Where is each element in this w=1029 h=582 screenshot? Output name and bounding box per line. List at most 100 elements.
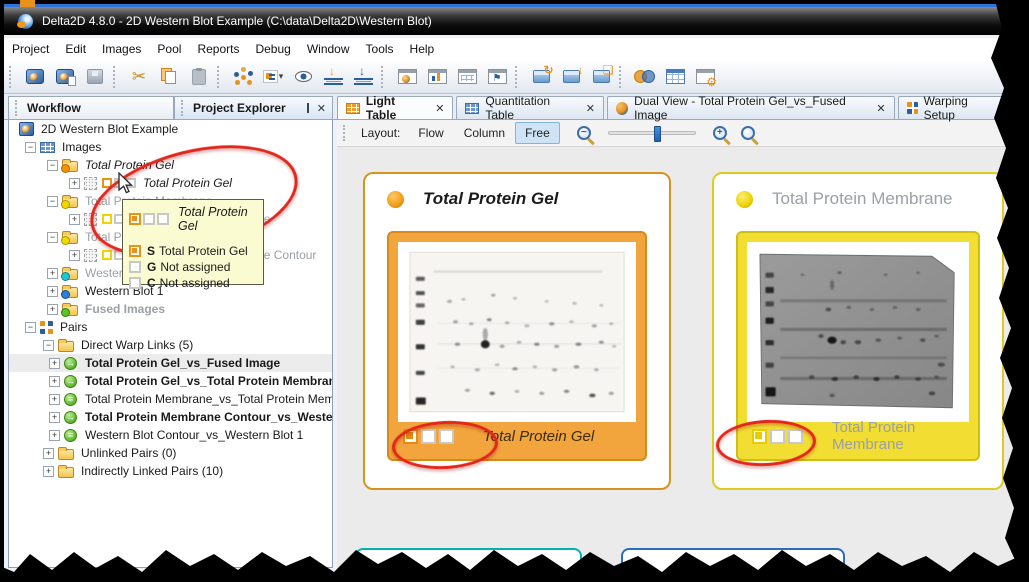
open-project-icon[interactable] bbox=[51, 63, 79, 90]
tree-item-label[interactable]: Western Blot Contour_vs_Western Blot 1 bbox=[85, 428, 303, 442]
expander-icon[interactable] bbox=[49, 358, 60, 369]
tooltip-row-text: Total Protein Gel bbox=[159, 244, 248, 258]
paste-icon[interactable] bbox=[185, 63, 213, 90]
expander-icon[interactable] bbox=[49, 430, 60, 441]
expander-icon[interactable] bbox=[69, 214, 80, 225]
sync-project-icon[interactable]: ↻ bbox=[527, 63, 555, 90]
report-window-icon[interactable]: ⚑ bbox=[483, 63, 511, 90]
dual-view-window-icon[interactable] bbox=[393, 63, 421, 90]
toolbar-grip[interactable] bbox=[381, 66, 389, 88]
gel-panel-title: W bbox=[405, 562, 419, 579]
zoom-in-icon[interactable]: + bbox=[713, 126, 727, 140]
menu-pool[interactable]: Pool bbox=[149, 38, 189, 60]
main-toolbar: ✂ ▾ ↓ ↓ ⚑ ↻ ↓ ❏ ⚙ bbox=[4, 60, 1020, 94]
tree-item-label[interactable]: Pairs bbox=[60, 320, 87, 334]
menu-window[interactable]: Window bbox=[299, 38, 358, 60]
tab-quantitation-table[interactable]: Quantitation Table ✕ bbox=[456, 96, 604, 120]
menu-tools[interactable]: Tools bbox=[358, 38, 402, 60]
toolbar-grip[interactable] bbox=[9, 66, 17, 88]
new-project-icon[interactable] bbox=[21, 63, 49, 90]
gel-panel-partial-blue[interactable] bbox=[621, 548, 845, 582]
close-panel-icon[interactable]: ✕ bbox=[317, 102, 326, 115]
tree-item-label[interactable]: Fused Images bbox=[85, 302, 165, 316]
close-tab-icon[interactable]: ✕ bbox=[435, 102, 444, 115]
zoom-out-icon[interactable]: − bbox=[577, 126, 591, 140]
gel-panel-partial-teal[interactable]: W bbox=[355, 548, 582, 582]
tree-item-label[interactable]: Total Protein Gel_vs_Fused Image bbox=[85, 356, 280, 370]
tree-item-label[interactable]: Unlinked Pairs (0) bbox=[81, 446, 176, 460]
light-table-icon bbox=[346, 103, 360, 114]
expander-icon[interactable] bbox=[25, 142, 36, 153]
toolbar-grip[interactable] bbox=[113, 66, 121, 88]
tab-light-table[interactable]: Light Table ✕ bbox=[337, 96, 453, 120]
collapse-panel-icon[interactable] bbox=[299, 103, 311, 113]
expander-icon[interactable] bbox=[69, 250, 80, 261]
expander-icon[interactable] bbox=[43, 466, 54, 477]
expander-icon[interactable] bbox=[43, 340, 54, 351]
layout-free-button[interactable]: Free bbox=[515, 122, 560, 144]
tree-item-label[interactable]: Direct Warp Links (5) bbox=[81, 338, 193, 352]
expander-icon[interactable] bbox=[43, 448, 54, 459]
close-tab-icon[interactable]: ✕ bbox=[876, 102, 885, 115]
expander-icon[interactable] bbox=[49, 376, 60, 387]
tree-item-label[interactable]: Total Protein Membrane_vs_Total Protein … bbox=[85, 392, 333, 406]
expander-icon[interactable] bbox=[69, 178, 80, 189]
expander-icon[interactable] bbox=[47, 232, 58, 243]
tree-row: Unlinked Pairs (0) bbox=[9, 444, 332, 462]
tree-item-label[interactable]: Images bbox=[62, 140, 101, 154]
tab-project-explorer[interactable]: Project Explorer ✕ bbox=[174, 96, 333, 120]
detect-spots-icon[interactable] bbox=[229, 63, 257, 90]
menu-edit[interactable]: Edit bbox=[57, 38, 94, 60]
warp-link-icon bbox=[64, 357, 77, 370]
toolbar-grip[interactable] bbox=[515, 66, 523, 88]
tree-item-label[interactable]: Total Protein Membrane Contour_vs_Wester… bbox=[85, 410, 333, 424]
zoom-fit-icon[interactable] bbox=[741, 126, 755, 140]
import-images-icon[interactable]: ↓ bbox=[557, 63, 585, 90]
edit-spots-icon[interactable]: ▾ bbox=[259, 63, 287, 90]
tab-warping-setup[interactable]: Warping Setup ✕ bbox=[898, 96, 1026, 120]
chart-window-icon[interactable] bbox=[423, 63, 451, 90]
menu-images[interactable]: Images bbox=[94, 38, 149, 60]
table-window-icon[interactable] bbox=[453, 63, 481, 90]
gel-image-total-protein-gel[interactable] bbox=[398, 242, 636, 422]
title-bar[interactable]: Delta2D 4.8.0 - 2D Western Blot Example … bbox=[4, 4, 1020, 35]
toolbar-grip[interactable] bbox=[217, 66, 225, 88]
import-stack-icon[interactable]: ↓ bbox=[349, 63, 377, 90]
tab-workflow[interactable]: Workflow bbox=[8, 96, 174, 120]
expander-icon[interactable] bbox=[47, 268, 58, 279]
layout-flow-button[interactable]: Flow bbox=[408, 122, 453, 144]
expander-icon[interactable] bbox=[49, 412, 60, 423]
tree-row: 2D Western Blot Example bbox=[9, 120, 332, 138]
expander-icon[interactable] bbox=[47, 196, 58, 207]
menu-help[interactable]: Help bbox=[402, 38, 443, 60]
zoom-slider[interactable] bbox=[608, 131, 696, 135]
expander-icon[interactable] bbox=[47, 286, 58, 297]
gel-image-total-protein-membrane[interactable] bbox=[747, 242, 969, 422]
layout-column-button[interactable]: Column bbox=[454, 122, 515, 144]
project-settings-icon[interactable]: ⚙ bbox=[691, 63, 719, 90]
cut-icon[interactable]: ✂ bbox=[125, 63, 153, 90]
compare-images-icon[interactable] bbox=[631, 63, 659, 90]
menu-debug[interactable]: Debug bbox=[247, 38, 298, 60]
menu-project[interactable]: Project bbox=[4, 38, 57, 60]
export-images-icon[interactable]: ❏ bbox=[587, 63, 615, 90]
expander-icon[interactable] bbox=[47, 304, 58, 315]
tree-item-label[interactable]: 2D Western Blot Example bbox=[41, 122, 178, 136]
menu-reports[interactable]: Reports bbox=[189, 38, 247, 60]
tree-row: Indirectly Linked Pairs (10) bbox=[9, 462, 332, 480]
quantitation-table-icon[interactable] bbox=[661, 63, 689, 90]
close-tab-icon[interactable]: ✕ bbox=[1008, 102, 1017, 115]
tree-item-label[interactable]: Total Protein Gel_vs_Total Protein Membr… bbox=[85, 374, 333, 388]
view-mode-icon[interactable] bbox=[289, 63, 317, 90]
copy-icon[interactable] bbox=[155, 63, 183, 90]
close-tab-icon[interactable]: ✕ bbox=[586, 102, 595, 115]
save-project-icon[interactable] bbox=[81, 63, 109, 90]
export-stack-icon[interactable]: ↓ bbox=[319, 63, 347, 90]
zoom-slider-handle[interactable] bbox=[654, 126, 661, 142]
expander-icon[interactable] bbox=[47, 160, 58, 171]
tab-dual-view[interactable]: Dual View - Total Protein Gel_vs_Fused I… bbox=[607, 96, 895, 120]
expander-icon[interactable] bbox=[25, 322, 36, 333]
expander-icon[interactable] bbox=[49, 394, 60, 405]
tree-item-label[interactable]: Indirectly Linked Pairs (10) bbox=[81, 464, 223, 478]
toolbar-grip[interactable] bbox=[619, 66, 627, 88]
